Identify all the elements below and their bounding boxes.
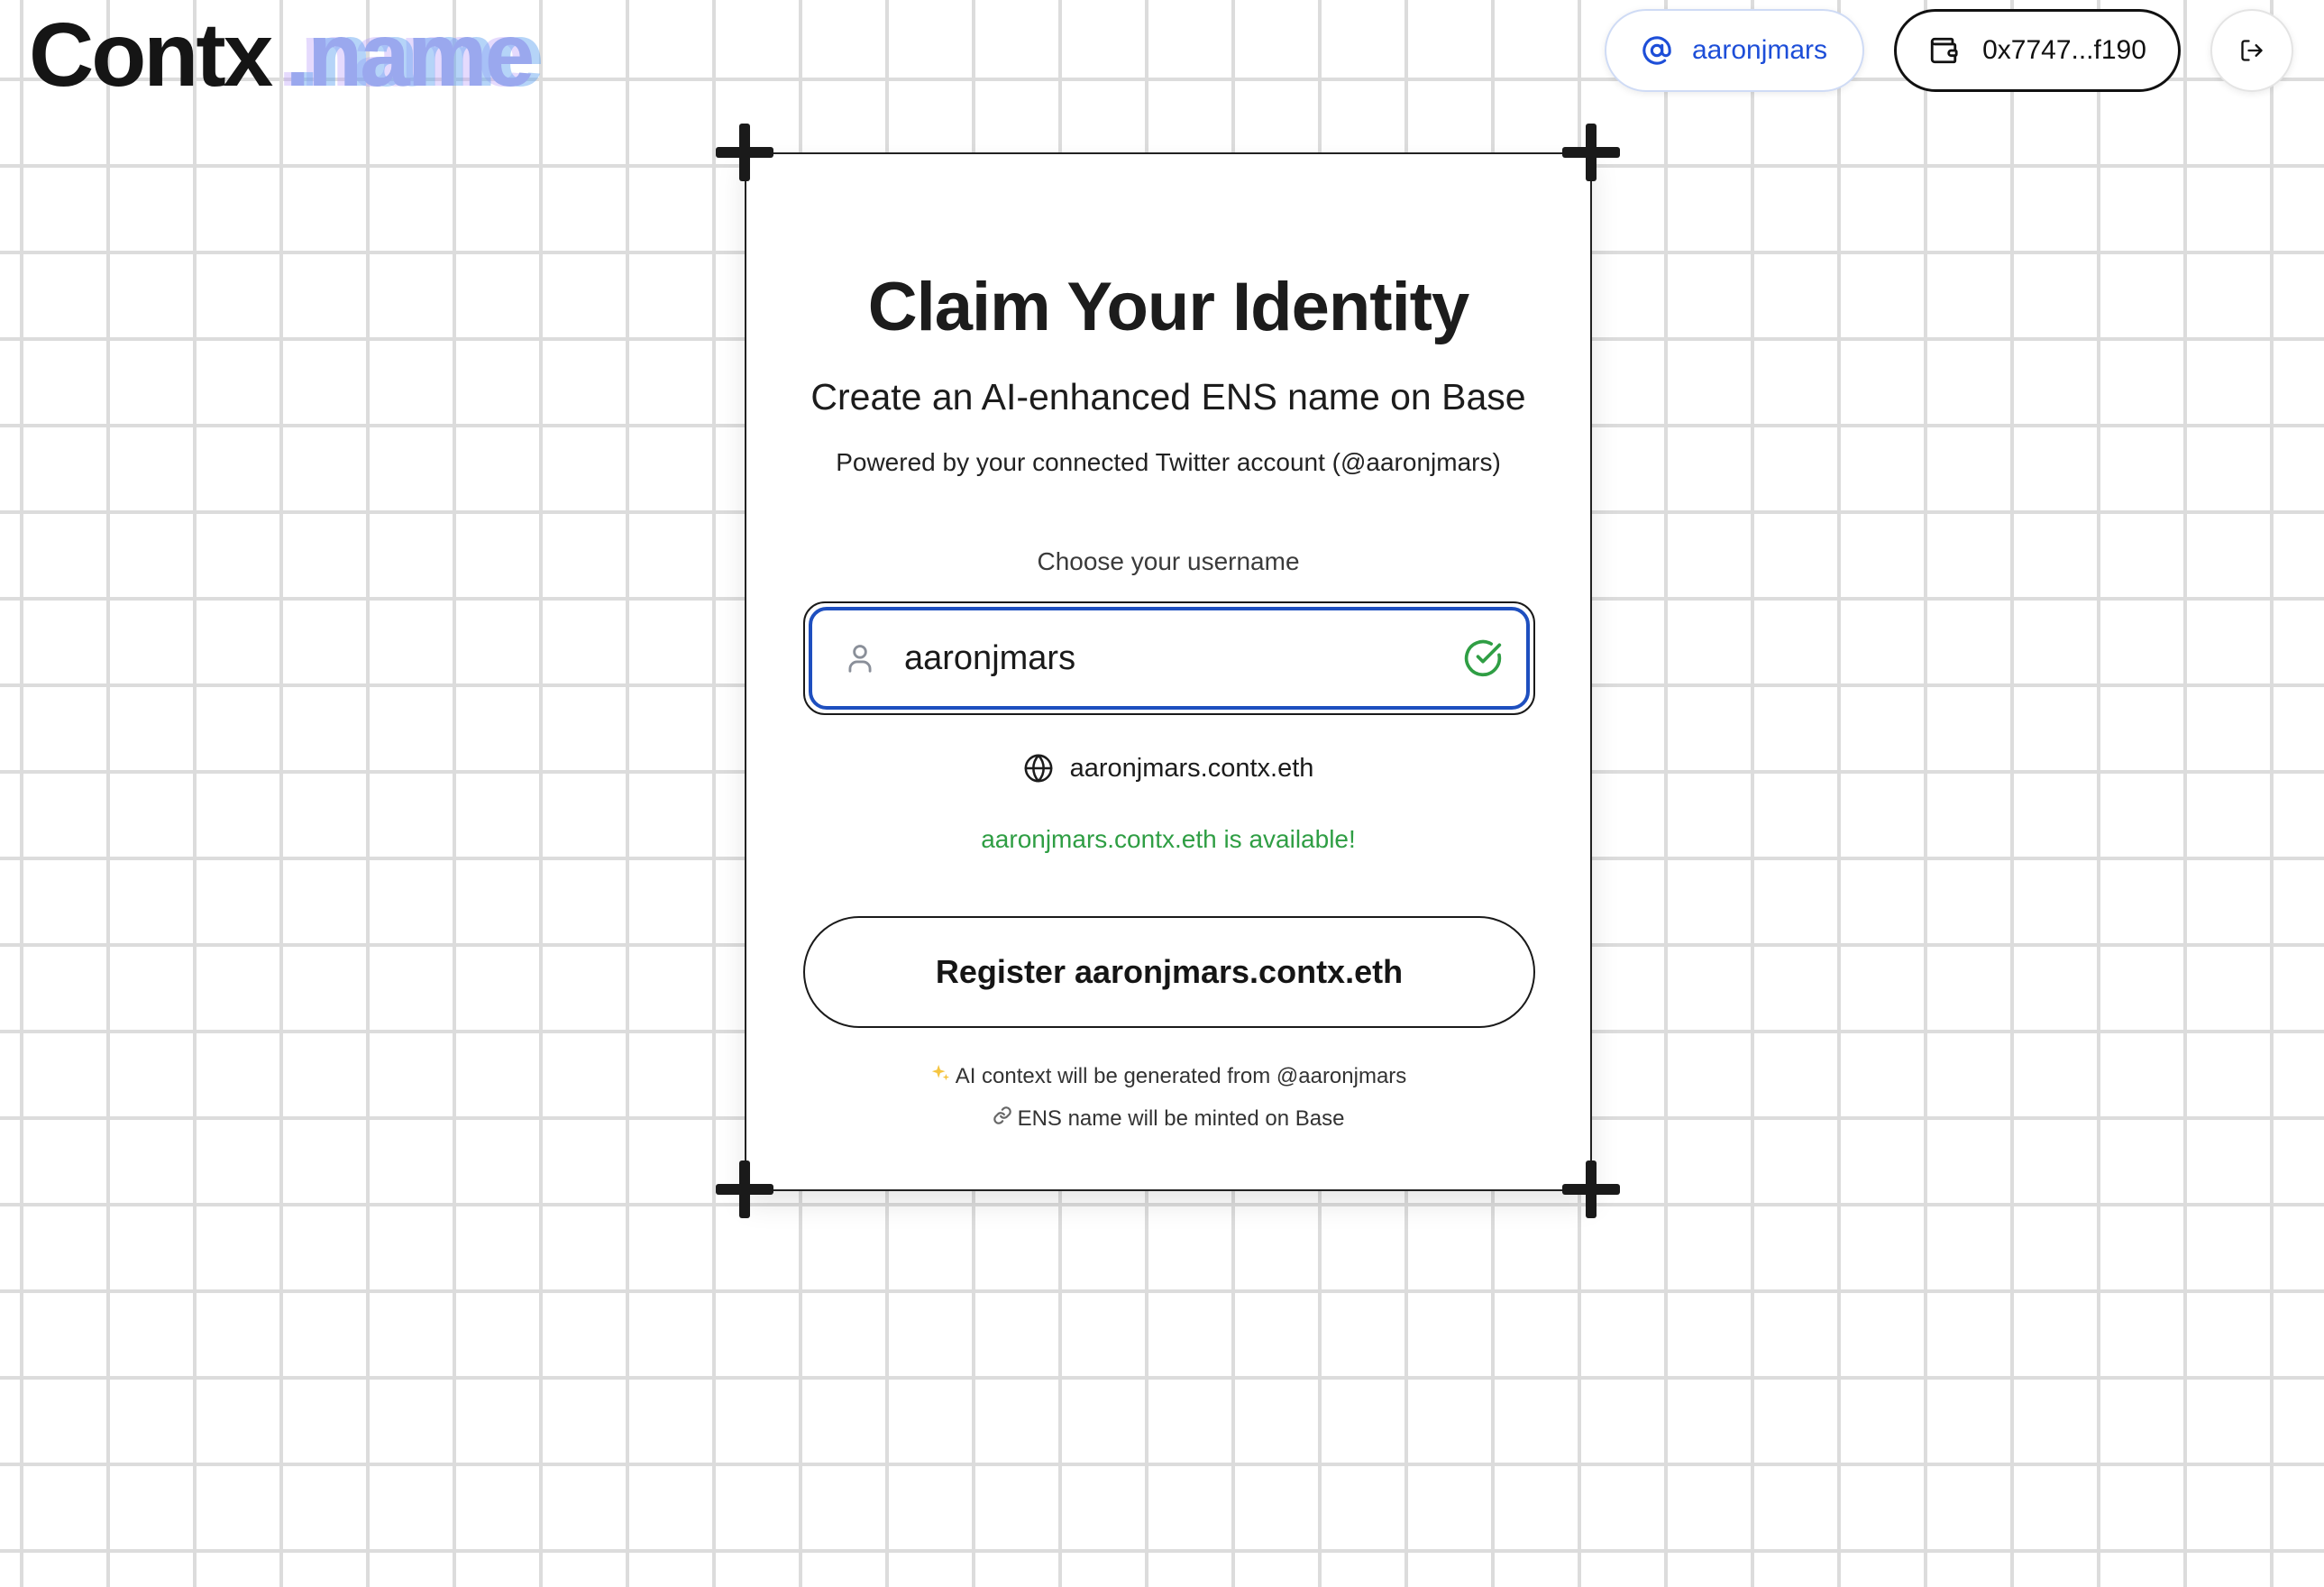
- ai-context-note: AI context will be generated from @aaron…: [746, 1063, 1590, 1089]
- corner-plus-icon: [1562, 124, 1620, 181]
- mint-note: ENS name will be minted on Base: [746, 1105, 1590, 1132]
- mint-text: ENS name will be minted on Base: [1017, 1106, 1345, 1131]
- page-subtitle: Create an AI-enhanced ENS name on Base: [810, 376, 1526, 417]
- username-field[interactable]: [803, 601, 1535, 715]
- username-label: Choose your username: [1037, 547, 1300, 575]
- claim-identity-card: Claim Your Identity Create an AI-enhance…: [745, 152, 1592, 1191]
- page-title: Claim Your Identity: [867, 269, 1470, 345]
- app-logo[interactable]: Contx .name: [29, 5, 535, 105]
- twitter-account-button[interactable]: aaronjmars: [1605, 9, 1864, 92]
- ens-preview: aaronjmars.contx.eth: [746, 753, 1590, 784]
- ens-name: aaronjmars.contx.eth: [1069, 753, 1314, 783]
- availability-message: aaronjmars.contx.eth is available!: [981, 825, 1356, 853]
- wallet-icon: [1928, 35, 1959, 66]
- logo-brand: Contx: [29, 5, 273, 105]
- twitter-handle: aaronjmars: [1691, 35, 1828, 65]
- link-icon: [993, 1105, 1012, 1132]
- register-button[interactable]: Register aaronjmars.contx.eth: [803, 916, 1535, 1028]
- corner-plus-icon: [716, 124, 773, 181]
- powered-by-text: Powered by your connected Twitter accoun…: [836, 448, 1501, 476]
- logo-tld: .name: [285, 5, 535, 105]
- corner-plus-icon: [716, 1160, 773, 1218]
- ai-context-text: AI context will be generated from @aaron…: [955, 1064, 1407, 1088]
- logout-button[interactable]: [2210, 9, 2293, 92]
- username-input[interactable]: [904, 631, 1463, 685]
- wallet-address: 0x7747...f190: [1982, 35, 2146, 65]
- at-icon: [1642, 35, 1672, 66]
- user-icon: [843, 641, 877, 675]
- corner-plus-icon: [1562, 1160, 1620, 1218]
- check-circle-icon: [1463, 638, 1503, 678]
- wallet-button[interactable]: 0x7747...f190: [1894, 9, 2181, 92]
- logout-icon: [2239, 38, 2265, 63]
- globe-icon: [1023, 753, 1054, 784]
- sparkles-icon: [930, 1063, 950, 1089]
